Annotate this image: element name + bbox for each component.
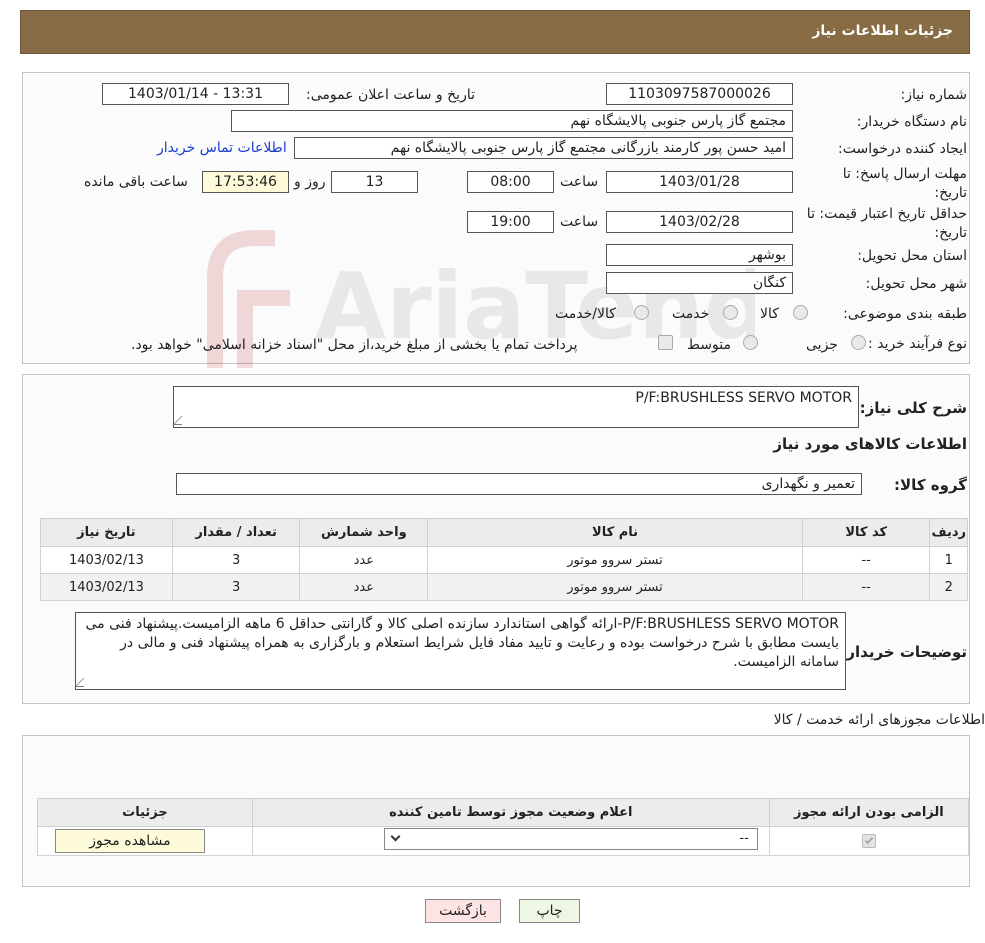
cell-row: 1 (929, 546, 968, 574)
table-row: 2 -- تستر سروو موتور عدد 3 1403/02/13 (40, 573, 968, 601)
category-option-service: خدمت (672, 306, 710, 322)
col-status: اعلام وضعیت مجوز توسط تامین کننده (251, 798, 770, 827)
creator-label: ایجاد کننده درخواست: (838, 141, 967, 157)
col-qty: تعداد / مقدار (171, 518, 301, 547)
need-number-label: شماره نیاز: (900, 87, 968, 103)
purchase-type-label: نوع فرآیند خرید : (868, 336, 967, 352)
category-radio-goods-service[interactable] (634, 305, 649, 320)
cell-unit: عدد (299, 546, 429, 574)
reply-time-label: ساعت (560, 174, 599, 190)
buyer-notes-field[interactable]: P/F:BRUSHLESS SERVO MOTOR-ارائه گواهی اس… (74, 612, 846, 690)
permits-title: اطلاعات مجوزهای ارائه خدمت / کالا (773, 712, 985, 728)
goods-table: ردیف کد کالا نام کالا واحد شمارش تعداد /… (40, 518, 968, 601)
city-label: شهر محل تحویل: (865, 276, 967, 292)
purchase-radio-minor[interactable] (851, 335, 866, 350)
cell-date: 1403/02/13 (40, 573, 173, 601)
permit-status-select[interactable]: -- (383, 828, 758, 850)
permits-table-header: الزامی بودن ارائه مجوز اعلام وضعیت مجوز … (37, 798, 970, 827)
announce-label: تاریخ و ساعت اعلان عمومی: (306, 87, 475, 103)
remaining-label: ساعت باقی مانده (84, 174, 188, 190)
days-label: روز و (294, 174, 326, 190)
purchase-checkbox-treasury[interactable] (658, 335, 673, 350)
category-label: طبقه بندی موضوعی: (843, 306, 967, 322)
goods-group-label: گروه کالا: (894, 476, 967, 494)
cell-qty: 3 (171, 573, 301, 601)
summary-field[interactable]: P/F:BRUSHLESS SERVO MOTOR (172, 386, 859, 428)
price-date-field: 1403/02/28 (606, 211, 793, 233)
page-title: جزئیات اطلاعات نیاز (812, 23, 953, 39)
buyer-org-label: نام دستگاه خریدار: (856, 114, 967, 130)
permits-table: الزامی بودن ارائه مجوز اعلام وضعیت مجوز … (37, 798, 970, 856)
cell-unit: عدد (299, 573, 429, 601)
city-field: کنگان (606, 272, 793, 294)
cell-code: -- (801, 546, 931, 574)
price-time-field: 19:00 (467, 211, 554, 233)
back-button[interactable]: بازگشت (425, 899, 501, 923)
reply-date-field: 1403/01/28 (606, 171, 793, 193)
buyer-notes-text: P/F:BRUSHLESS SERVO MOTOR-ارائه گواهی اس… (85, 616, 840, 670)
col-row: ردیف (929, 518, 968, 547)
resize-grip-icon[interactable] (74, 678, 93, 687)
cell-name: تستر سروو موتور (427, 573, 803, 601)
buyer-contact-link[interactable]: اطلاعات تماس خریدار (157, 140, 287, 156)
category-option-goods-service: کالا/خدمت (555, 306, 616, 322)
cell-required (768, 826, 970, 856)
need-number-field: 1103097587000026 (606, 83, 793, 105)
province-label: استان محل تحویل: (857, 248, 967, 264)
days-field: 13 (331, 171, 418, 193)
col-code: کد کالا (801, 518, 931, 547)
chevron-down-icon (390, 831, 401, 842)
page-header: جزئیات اطلاعات نیاز (20, 10, 970, 54)
announce-field: 1403/01/14 - 13:31 (102, 83, 289, 105)
cell-row: 2 (929, 573, 968, 601)
view-permit-button[interactable]: مشاهده مجوز (54, 829, 205, 853)
goods-table-header: ردیف کد کالا نام کالا واحد شمارش تعداد /… (40, 518, 968, 547)
cell-name: تستر سروو موتور (427, 546, 803, 574)
col-required: الزامی بودن ارائه مجوز (768, 798, 970, 827)
reply-time-field: 08:00 (467, 171, 554, 193)
summary-label: شرح کلی نیاز: (859, 399, 967, 417)
col-unit: واحد شمارش (299, 518, 429, 547)
category-radio-goods[interactable] (793, 305, 808, 320)
goods-info-title: اطلاعات کالاهای مورد نیاز (773, 435, 967, 453)
required-checkbox[interactable] (861, 834, 876, 848)
creator-field: امید حسن پور کارمند بازرگانی مجتمع گاز پ… (294, 137, 793, 159)
province-field: بوشهر (606, 244, 793, 266)
price-time-label: ساعت (560, 214, 599, 230)
price-validity-label: حداقل تاریخ اعتبار قیمت: تا تاریخ: (806, 206, 967, 241)
col-details: جزئیات (37, 798, 253, 827)
resize-grip-icon[interactable] (172, 416, 191, 425)
cell-details: مشاهده مجوز (37, 826, 253, 856)
purchase-option-minor: جزیی (806, 337, 838, 353)
summary-text: P/F:BRUSHLESS SERVO MOTOR (635, 390, 852, 406)
print-button[interactable]: چاپ (519, 899, 580, 923)
table-row: -- مشاهده مجوز (37, 826, 970, 856)
goods-group-field: تعمیر و نگهداری (176, 473, 862, 495)
category-option-goods: کالا (760, 306, 779, 322)
check-icon (864, 835, 874, 845)
purchase-option-medium: متوسط (687, 337, 731, 353)
purchase-note: پرداخت تمام یا بخشی از مبلغ خرید،از محل … (131, 337, 578, 353)
cell-qty: 3 (171, 546, 301, 574)
col-date: تاریخ نیاز (40, 518, 173, 547)
remaining-time-field: 17:53:46 (202, 171, 289, 193)
cell-code: -- (801, 573, 931, 601)
purchase-radio-medium[interactable] (743, 335, 758, 350)
buyer-notes-label: توضیحات خریدار: (840, 643, 967, 661)
category-radio-service[interactable] (723, 305, 738, 320)
col-name: نام کالا (427, 518, 803, 547)
cell-status: -- (251, 826, 770, 856)
buyer-org-field: مجتمع گاز پارس جنوبی پالایشگاه نهم (231, 110, 793, 132)
table-row: 1 -- تستر سروو موتور عدد 3 1403/02/13 (40, 546, 968, 574)
permit-status-value: -- (739, 831, 749, 846)
cell-date: 1403/02/13 (40, 546, 173, 574)
reply-deadline-label: مهلت ارسال پاسخ: تا تاریخ: (842, 166, 967, 201)
